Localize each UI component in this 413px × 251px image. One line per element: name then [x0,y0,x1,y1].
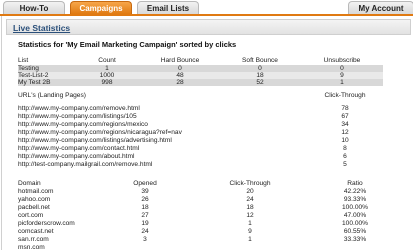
col-header-ratio: Ratio [347,180,363,187]
statistics-subtitle: Statistics for 'My Email Marketing Campa… [18,40,237,49]
url-link[interactable]: http://www.my-company.com/remove.html [18,105,140,112]
col-header-click-through: Click-Through [324,92,366,99]
domain-name: pacbell.net [18,204,50,211]
col-header-list: List [18,57,29,64]
col-header-url: URL's (Landing Pages) [18,92,86,99]
url-clicks: 5 [343,161,347,168]
list-hard-bounce: 0 [178,65,182,72]
url-clicks: 67 [341,113,349,120]
domain-name: yahoo.com [18,196,51,203]
col-header-unsubscribe: Unsubscribe [323,57,361,64]
tab-email-lists[interactable]: Email Lists [137,1,199,14]
list-hard-bounce: 28 [176,79,184,86]
url-clicks: 34 [341,121,349,128]
list-name[interactable]: Test-List-2 [18,72,48,79]
domain-opened: 24 [141,228,149,235]
list-hard-bounce: 48 [176,72,184,79]
domain-ratio: 93.33% [343,196,367,203]
list-soft-bounce: 52 [256,79,264,86]
domain-opened: 19 [141,220,149,227]
domain-name: hotmail.com [18,188,54,195]
url-link[interactable]: http://www.my-company.com/listings/105 [18,113,137,120]
domain-ratio: 42.22% [343,188,367,195]
domain-opened: 3 [143,236,147,243]
url-link[interactable]: http://www.my-company.com/listings/adver… [18,137,172,144]
domain-clicks: 20 [246,188,254,195]
domain-ratio: 60.55% [343,228,367,235]
col-header-soft-bounce: Soft Bounce [242,57,278,64]
domain-clicks: 9 [248,228,252,235]
url-link[interactable]: http://www.my-company.com/about.html [18,153,134,160]
domain-name: cort.com [18,212,44,219]
url-link[interactable]: http://test-company.mailgrail.com/remove… [18,161,152,168]
domain-opened: 27 [141,212,149,219]
col-header-opened: Opened [133,180,157,187]
url-link[interactable]: http://www.my-company.com/regions/mexico [18,121,148,128]
list-count: 1000 [99,72,115,79]
domain-clicks: 24 [246,196,254,203]
panel-title[interactable]: Live Statistics [13,23,70,33]
list-count: 998 [101,79,113,86]
domain-opened: 39 [141,188,149,195]
domain-name: san.rr.com [18,236,49,243]
url-clicks: 10 [341,137,349,144]
tab-how-to[interactable]: How-To [3,1,65,14]
list-name[interactable]: Testing [18,65,39,72]
domain-clicks: 12 [246,212,254,219]
panel-header: Live Statistics [6,19,411,35]
tab-campaigns[interactable]: Campaigns [70,1,132,14]
col-header-domain: Domain [18,180,41,187]
list-count: 1 [105,65,109,72]
list-unsubscribe: 0 [340,65,344,72]
domain-opened: 18 [141,204,149,211]
domain-name: comcast.net [18,228,54,235]
url-clicks: 6 [343,153,347,160]
domain-ratio: 47.00% [343,212,367,219]
tab-bar: How-To Campaigns Email Lists My Account [0,0,413,16]
url-link[interactable]: http://www.my-company.com/contact.html [18,145,139,152]
domain-clicks: 18 [246,204,254,211]
tab-my-account[interactable]: My Account [348,1,413,14]
col-header-hard-bounce: Hard Bounce [160,57,200,64]
url-clicks: 78 [341,105,349,112]
list-name[interactable]: My Test 2B [18,79,51,86]
domain-clicks: 1 [248,220,252,227]
list-unsubscribe: 1 [340,79,344,86]
list-soft-bounce: 0 [258,65,262,72]
list-soft-bounce: 18 [256,72,264,79]
domain-name: picforderscrow.com [18,220,75,227]
domain-opened: 26 [141,196,149,203]
url-link[interactable]: http://www.my-company.com/regions/nicara… [18,129,182,136]
list-unsubscribe: 9 [340,72,344,79]
url-clicks: 12 [341,129,349,136]
domain-ratio: 33.33% [343,236,367,243]
url-clicks: 8 [343,145,347,152]
domain-ratio: 100.00% [341,204,369,211]
col-header-click-through: Click-Through [229,180,271,187]
domain-clicks: 1 [248,236,252,243]
domain-ratio: 100.00% [341,220,369,227]
col-header-count: Count [98,57,116,64]
